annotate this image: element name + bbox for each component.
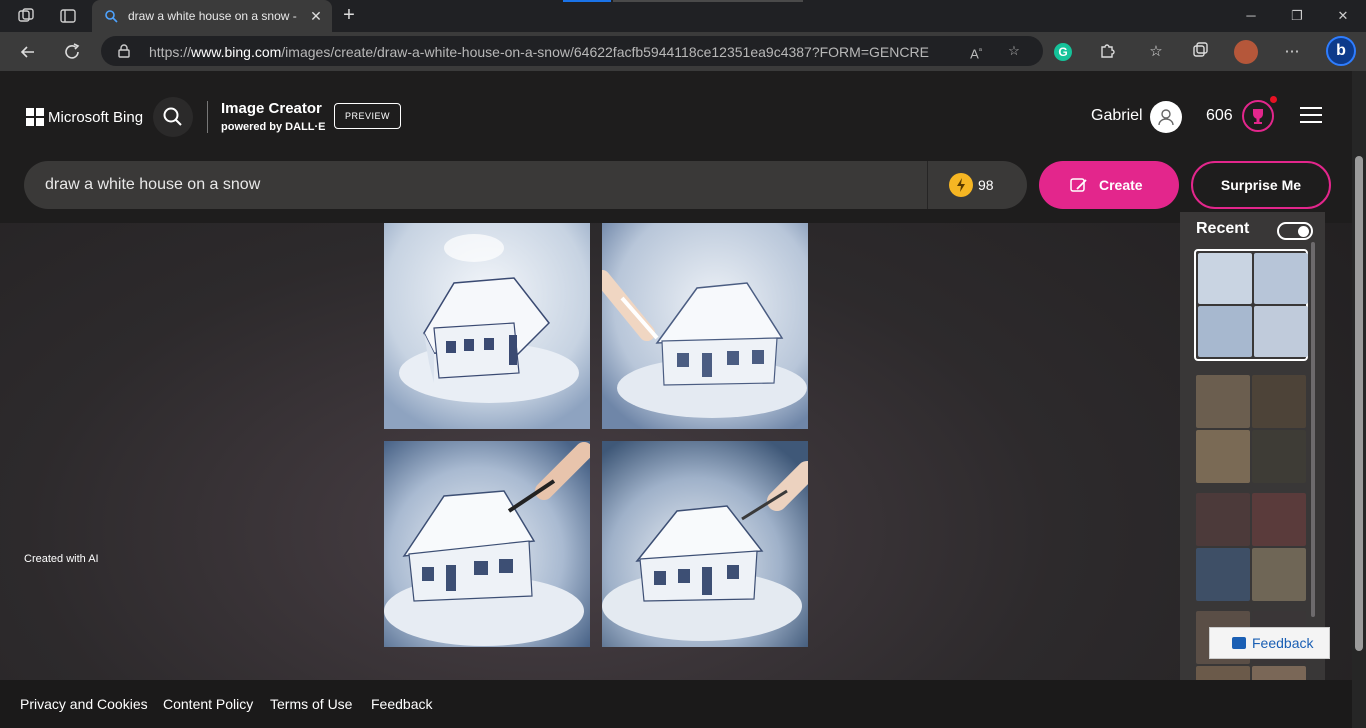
lock-icon[interactable] xyxy=(117,44,131,58)
recent-panel: Recent xyxy=(1180,212,1325,719)
footer-link-privacy[interactable]: Privacy and Cookies xyxy=(20,696,148,712)
toggle-knob xyxy=(1298,226,1309,237)
tab-actions-icon[interactable] xyxy=(59,7,77,25)
browser-tab-bar: draw a white house on a snow - Microsoft… xyxy=(0,0,1366,32)
site-header: Microsoft Bing Image Creator powered by … xyxy=(0,71,1352,223)
recent-thumb xyxy=(1252,548,1306,601)
bing-copilot-icon[interactable]: b xyxy=(1326,36,1356,66)
footer-link-terms[interactable]: Terms of Use xyxy=(270,696,352,712)
recent-thumb xyxy=(1254,306,1308,357)
scrollbar-thumb[interactable] xyxy=(1355,156,1363,651)
surprise-me-button[interactable]: Surprise Me xyxy=(1191,161,1331,209)
tab-strip-indicator-2 xyxy=(613,0,803,2)
notification-dot xyxy=(1270,96,1277,103)
header-divider xyxy=(207,101,208,133)
extensions-icon[interactable] xyxy=(1096,41,1118,63)
recent-thumb xyxy=(1198,253,1252,304)
url-host: www.bing.com xyxy=(191,44,282,60)
back-icon[interactable] xyxy=(17,41,39,63)
restore-icon[interactable]: ❐ xyxy=(1285,6,1309,26)
url-prefix: https:// xyxy=(149,44,192,60)
recent-thumb xyxy=(1196,493,1250,546)
new-tab-button[interactable]: + xyxy=(338,4,360,26)
recent-group-snow-house[interactable] xyxy=(1194,249,1308,361)
recent-group-puppies[interactable] xyxy=(1194,373,1308,485)
recent-thumb xyxy=(1196,375,1250,428)
tab-title: draw a white house on a snow - Microsoft… xyxy=(128,9,298,23)
tab-active[interactable]: draw a white house on a snow - Microsoft… xyxy=(92,0,332,32)
powered-by: powered by DALL·E xyxy=(221,121,326,133)
feedback-icon xyxy=(1232,637,1246,649)
recent-title: Recent xyxy=(1196,220,1250,237)
generated-image-4[interactable] xyxy=(602,441,808,647)
close-window-icon[interactable]: ✕ xyxy=(1331,6,1355,26)
create-label: Create xyxy=(1099,177,1143,193)
hamburger-menu-icon[interactable] xyxy=(1300,107,1322,125)
add-favorite-icon[interactable]: ☆ xyxy=(1005,42,1023,60)
recent-scrollbar[interactable] xyxy=(1311,242,1315,617)
favorites-icon[interactable]: ☆ xyxy=(1145,41,1167,63)
footer-link-content-policy[interactable]: Content Policy xyxy=(163,696,253,712)
recent-toggle[interactable] xyxy=(1277,222,1313,240)
rewards-points[interactable]: 606 xyxy=(1206,107,1233,125)
recent-thumb xyxy=(1196,548,1250,601)
rewards-trophy-icon[interactable] xyxy=(1242,96,1277,132)
prompt-input[interactable]: draw a white house on a snow 98 xyxy=(24,161,1027,209)
tab-close-icon[interactable]: ✕ xyxy=(308,7,324,25)
recent-thumb xyxy=(1252,430,1306,483)
prompt-text[interactable]: draw a white house on a snow xyxy=(45,176,260,194)
created-with-ai: Created with AI xyxy=(24,553,99,565)
url-path: /images/create/draw-a-white-house-on-a-s… xyxy=(281,44,929,60)
page-scrollbar[interactable] xyxy=(1352,71,1366,728)
user-avatar-icon[interactable] xyxy=(1150,101,1182,133)
bing-search-icon xyxy=(104,9,118,23)
create-icon xyxy=(1069,175,1089,200)
grammarly-icon[interactable]: G xyxy=(1054,43,1072,61)
prompt-divider xyxy=(927,161,928,209)
feedback-button[interactable]: Feedback xyxy=(1209,627,1330,659)
search-icon[interactable] xyxy=(153,97,193,137)
generated-image-1[interactable] xyxy=(384,223,590,429)
url-text[interactable]: https://www.bing.com/images/create/draw-… xyxy=(149,44,929,60)
page-footer: Privacy and Cookies Content Policy Terms… xyxy=(0,680,1352,728)
brand-name[interactable]: Microsoft Bing xyxy=(48,109,143,126)
workspaces-icon[interactable] xyxy=(17,7,35,25)
feedback-label: Feedback xyxy=(1252,635,1314,651)
user-name[interactable]: Gabriel xyxy=(1091,107,1143,125)
recent-thumb xyxy=(1196,430,1250,483)
address-toolbar: https://www.bing.com/images/create/draw-… xyxy=(0,32,1366,71)
minimize-icon[interactable]: ─ xyxy=(1239,6,1263,26)
recent-group-boulder[interactable] xyxy=(1194,491,1308,603)
collections-icon[interactable] xyxy=(1189,41,1211,63)
tab-strip-indicator xyxy=(563,0,611,2)
profile-avatar[interactable] xyxy=(1234,40,1258,64)
generated-image-3[interactable] xyxy=(384,441,590,647)
page-content: Microsoft Bing Image Creator powered by … xyxy=(0,71,1352,728)
recent-thumb xyxy=(1252,493,1306,546)
create-button[interactable]: Create xyxy=(1039,161,1179,209)
recent-thumb xyxy=(1252,375,1306,428)
generated-image-2[interactable] xyxy=(602,223,808,429)
recent-thumb xyxy=(1198,306,1252,357)
url-bar[interactable]: https://www.bing.com/images/create/draw-… xyxy=(101,36,1043,66)
refresh-icon[interactable] xyxy=(61,41,83,63)
boost-count: 98 xyxy=(978,177,994,193)
recent-thumb xyxy=(1254,253,1308,304)
preview-badge: PREVIEW xyxy=(334,103,401,129)
footer-link-feedback[interactable]: Feedback xyxy=(371,696,432,712)
more-options-icon[interactable]: ⋯ xyxy=(1281,41,1303,63)
boost-icon[interactable] xyxy=(949,173,973,197)
product-title[interactable]: Image Creator xyxy=(221,100,322,117)
microsoft-logo-icon[interactable] xyxy=(26,108,44,126)
read-aloud-icon[interactable]: Aᵃ xyxy=(967,42,985,61)
